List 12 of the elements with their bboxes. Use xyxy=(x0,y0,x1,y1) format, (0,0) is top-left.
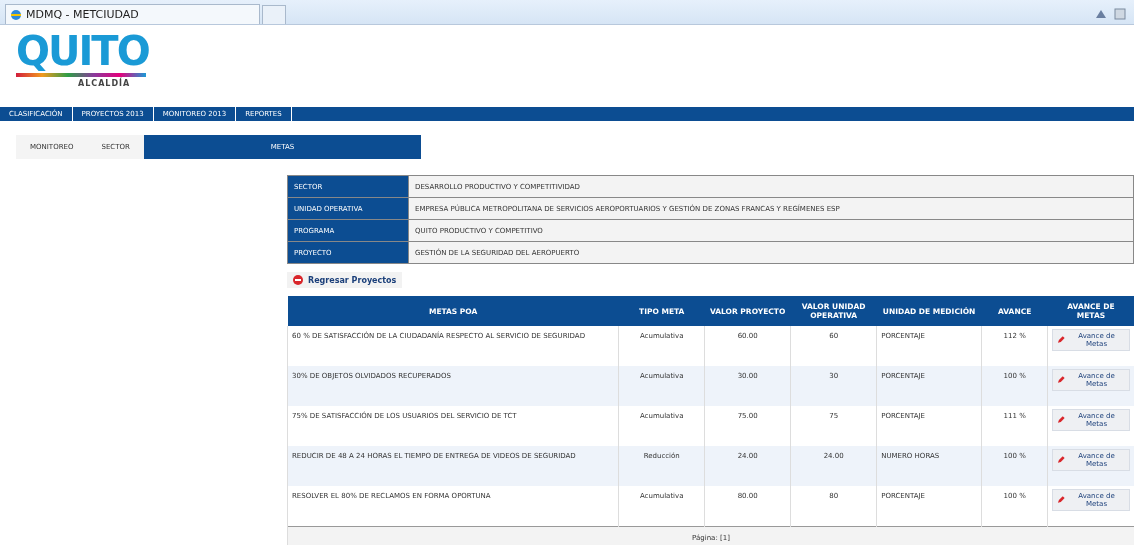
back-button[interactable]: Regresar Proyectos xyxy=(287,272,403,288)
logo-wordmark: QUITO xyxy=(16,29,150,73)
logo-subtitle: ALCALDÍA xyxy=(78,79,132,88)
pencil-icon xyxy=(1057,336,1066,344)
browser-globe-icon xyxy=(10,8,22,21)
pencil-icon xyxy=(1057,496,1066,504)
minus-circle-icon xyxy=(293,275,303,285)
new-tab-button[interactable] xyxy=(262,5,286,24)
pencil-icon xyxy=(1057,416,1066,424)
pencil-icon xyxy=(1057,456,1066,464)
pencil-icon xyxy=(1057,376,1066,384)
browser-tab[interactable]: MDMQ - METCIUDAD xyxy=(5,4,260,24)
